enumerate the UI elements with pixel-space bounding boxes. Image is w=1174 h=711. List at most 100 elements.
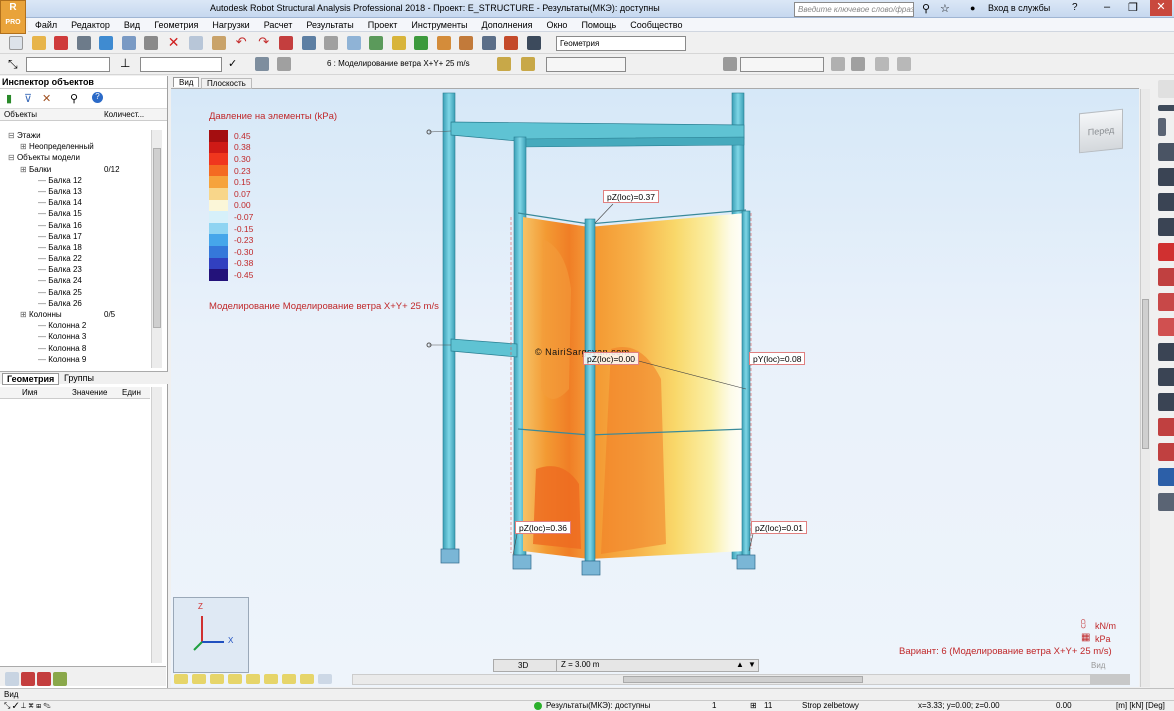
paste-icon[interactable] — [211, 36, 226, 50]
tree-item[interactable]: — Балка 13 — [4, 186, 150, 197]
case-lock-icon[interactable] — [255, 57, 269, 71]
tree-item[interactable]: ⊟ Объекты модели — [4, 152, 150, 163]
tree-expander-icon[interactable]: — — [38, 187, 48, 196]
tree-expander-icon[interactable]: — — [38, 265, 48, 274]
panel-tool-icon[interactable] — [1158, 143, 1174, 161]
beam-mid-left[interactable] — [450, 338, 518, 358]
layout-icon[interactable] — [526, 36, 541, 50]
supports-tool-icon[interactable] — [1158, 193, 1174, 211]
menu-tools[interactable]: Инструменты — [404, 18, 474, 32]
storey-down-icon[interactable] — [851, 57, 865, 71]
layout-select[interactable]: Геометрия — [556, 36, 686, 51]
material-tool-icon[interactable] — [1158, 293, 1174, 311]
release-tool-icon[interactable] — [1158, 218, 1174, 236]
tree-expander-icon[interactable]: — — [38, 299, 48, 308]
view-mode[interactable]: 3D — [518, 661, 528, 670]
prop-value-header[interactable]: Значение — [72, 388, 107, 397]
tree-expander-icon[interactable]: — — [38, 176, 48, 185]
menu-edit[interactable]: Редактор — [64, 18, 117, 32]
copy-icon[interactable] — [189, 36, 204, 50]
robot-logo[interactable]: R PRO — [0, 0, 26, 34]
view-pan-icon[interactable] — [264, 674, 278, 684]
column-front-right[interactable] — [741, 210, 751, 556]
view-xz-icon[interactable] — [192, 674, 206, 684]
tree-scrollbar[interactable] — [151, 130, 162, 368]
storey-table-icon[interactable] — [875, 57, 889, 71]
prop-unit-header[interactable]: Един — [122, 388, 141, 397]
design-icon[interactable] — [481, 36, 496, 50]
view-rotate-icon[interactable] — [300, 674, 314, 684]
tree-expander-icon[interactable]: — — [38, 288, 48, 297]
tab-geometry[interactable]: Геометрия — [2, 373, 60, 385]
tree-item[interactable]: ⊞ Неопределенный — [4, 141, 150, 152]
tree-item[interactable]: — Колонна 2 — [4, 320, 150, 331]
wrench-icon[interactable] — [504, 36, 519, 50]
menu-view[interactable]: Вид — [117, 18, 147, 32]
foundation-4[interactable] — [736, 554, 756, 570]
status-tools-icon[interactable]: ⤡ ✓ ⊥ ⌘ ⊞ ✎ — [4, 701, 51, 711]
foundation-2[interactable] — [512, 554, 532, 570]
tree-expander-icon[interactable]: — — [38, 276, 48, 285]
zoom-icon[interactable] — [346, 36, 361, 50]
prop-scrollbar[interactable] — [151, 387, 162, 663]
loads-tool-icon[interactable] — [1158, 418, 1174, 436]
columns-icon[interactable]: ▮ — [6, 92, 12, 105]
maximize-icon[interactable]: ❐ — [1128, 1, 1138, 14]
3d-viewport[interactable]: Давление на элементы (kPa) 0.45 0.38 0.30 0… — [171, 89, 1139, 687]
menu-file[interactable]: Файл — [28, 18, 64, 32]
tree-item[interactable]: — Балка 15 — [4, 208, 150, 219]
menu-loads[interactable]: Нагрузки — [205, 18, 256, 32]
tree-expander-icon[interactable]: ⊟ — [8, 131, 17, 140]
filter-icon[interactable]: ⊽ — [24, 92, 32, 105]
tree-expander-icon[interactable]: ⊞ — [20, 142, 29, 151]
tree-expander-icon[interactable]: — — [38, 209, 48, 218]
help-icon[interactable]: ? — [92, 92, 103, 103]
modal-select[interactable] — [546, 57, 626, 72]
tab-groups[interactable]: Группы — [60, 373, 98, 383]
search-input[interactable]: Введите ключевое слово/фразу — [794, 2, 914, 17]
z-level[interactable]: Z = 3.00 m — [556, 660, 734, 671]
structure-tool-icon[interactable] — [1158, 393, 1174, 411]
tree-expander-icon[interactable]: — — [38, 198, 48, 207]
rotate-icon[interactable] — [391, 36, 406, 50]
menu-window[interactable]: Окно — [540, 18, 575, 32]
tree-expander-icon[interactable]: ⊞ — [20, 165, 29, 174]
find-icon[interactable]: ⚲ — [70, 92, 78, 105]
tree-expander-icon[interactable]: — — [38, 254, 48, 263]
grid-tool-icon[interactable] — [1158, 368, 1174, 386]
tree-expander-icon[interactable]: — — [38, 332, 48, 341]
tree-expander-icon[interactable]: — — [38, 232, 48, 241]
viewport-hscroll[interactable] — [352, 674, 1112, 685]
view-fit-icon[interactable] — [282, 674, 296, 684]
menu-help[interactable]: Помощь — [574, 18, 623, 32]
menu-addons[interactable]: Дополнения — [475, 18, 540, 32]
view-cube[interactable]: Перед — [1079, 108, 1123, 154]
tree-item[interactable]: — Колонна 3 — [4, 331, 150, 342]
storey-up-icon[interactable] — [831, 57, 845, 71]
tree-item[interactable]: ⊞ Балки 0/12 — [4, 164, 150, 175]
axes-icon[interactable] — [414, 36, 429, 50]
tree-item[interactable]: — Балка 22 — [4, 253, 150, 264]
menu-analysis[interactable]: Расчет — [257, 18, 300, 32]
open-icon[interactable] — [31, 36, 46, 50]
tree-expander-icon[interactable]: — — [38, 344, 48, 353]
offset-tool-icon[interactable] — [1158, 318, 1174, 336]
level-down-icon[interactable]: ▼ — [748, 660, 756, 669]
beam-top-front[interactable] — [516, 136, 745, 148]
tree-item[interactable]: — Колонна 8 — [4, 343, 150, 354]
column-back-left[interactable] — [442, 92, 456, 560]
object-tool-icon[interactable] — [5, 672, 19, 686]
section-tool-icon[interactable] — [1158, 243, 1174, 261]
view-table-icon[interactable] — [318, 674, 332, 684]
node-selection-input[interactable] — [26, 57, 110, 72]
star-icon[interactable]: ☆ — [940, 2, 950, 15]
bar-selection-input[interactable] — [140, 57, 222, 72]
menu-geometry[interactable]: Геометрия — [147, 18, 205, 32]
case-new-icon[interactable] — [521, 57, 535, 71]
viewport-vscroll[interactable] — [1140, 89, 1150, 687]
user-icon[interactable]: ● — [970, 3, 975, 13]
tab-plane[interactable]: Плоскость — [201, 78, 252, 89]
login-link[interactable]: Вход в службы — [988, 3, 1050, 13]
storey-select[interactable] — [740, 57, 824, 72]
view-xy-icon[interactable] — [210, 674, 224, 684]
